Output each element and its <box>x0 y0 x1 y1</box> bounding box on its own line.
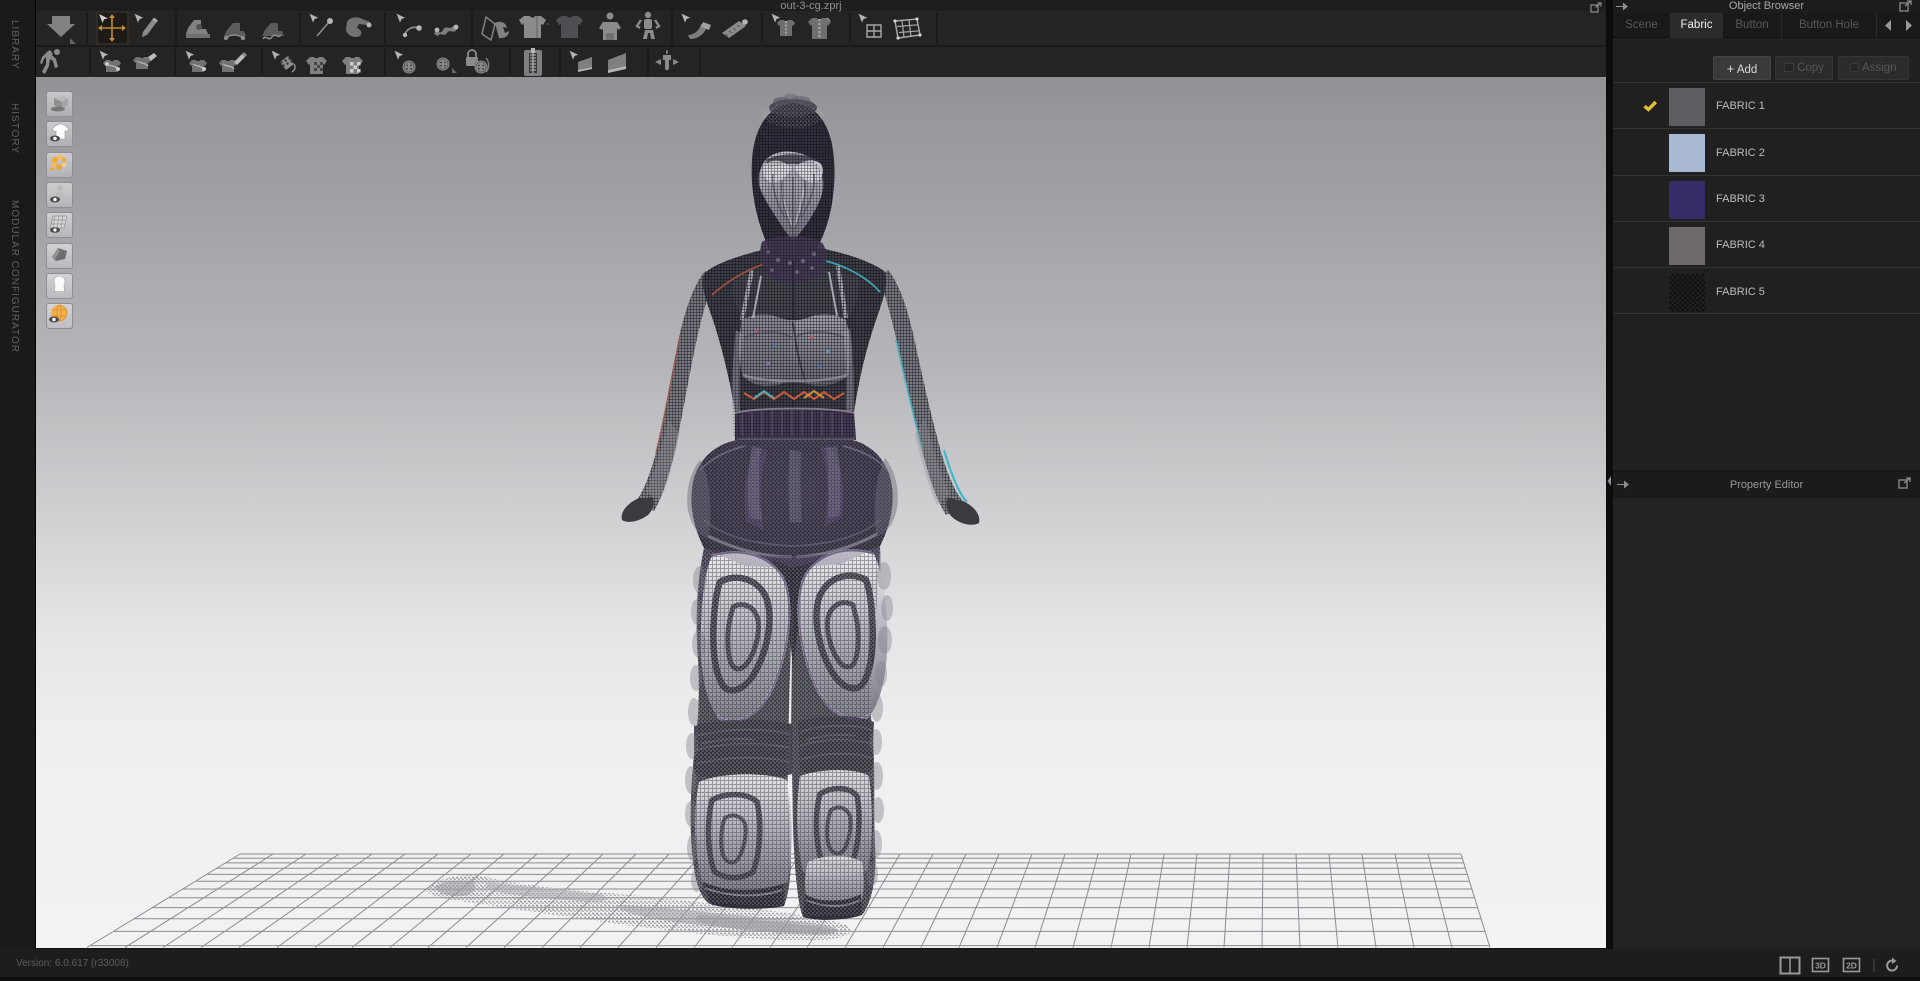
svg-text:3D: 3D <box>1815 961 1826 971</box>
svg-text:2D: 2D <box>1846 961 1857 971</box>
